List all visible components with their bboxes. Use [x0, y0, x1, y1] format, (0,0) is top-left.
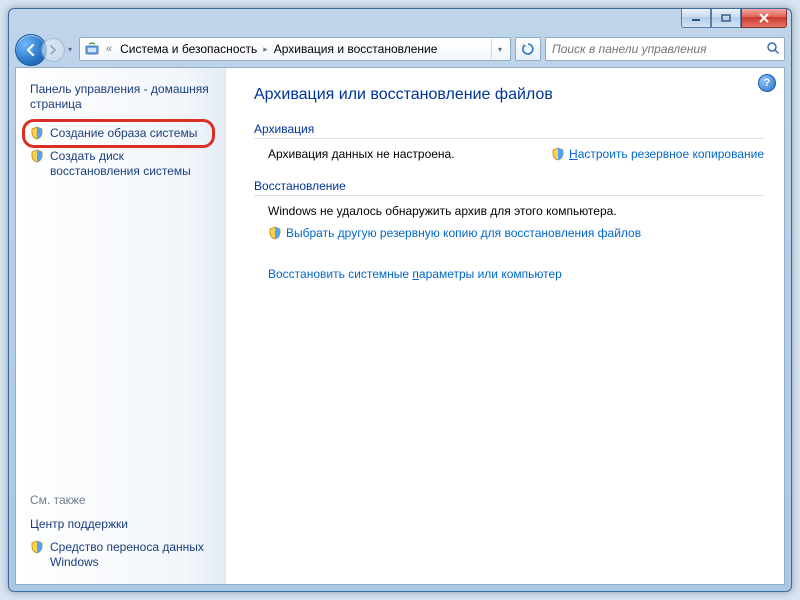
setup-backup-text: Настроить резервное копирование	[569, 147, 764, 161]
shield-icon	[551, 147, 565, 161]
sidebar-item-label: Создать диск восстановления системы	[50, 149, 215, 179]
address-bar[interactable]: « Система и безопасность ▸ Архивация и в…	[79, 37, 511, 61]
setup-backup-link[interactable]: Настроить резервное копирование	[551, 147, 764, 161]
shield-icon	[30, 126, 44, 140]
chevron-right-icon: ▸	[261, 44, 270, 55]
see-also-heading: См. также	[16, 487, 225, 513]
nav-buttons: ▾	[15, 34, 75, 64]
shield-icon	[30, 149, 44, 163]
window-button-group	[681, 9, 787, 28]
sidebar-item-label: Создание образа системы	[50, 126, 215, 141]
help-icon[interactable]: ?	[758, 74, 776, 92]
sidebar-item-create-system-image[interactable]: Создание образа системы	[16, 122, 225, 145]
address-dropdown[interactable]: ▾	[491, 39, 508, 59]
main-panel: ? Архивация или восстановление файлов Ар…	[226, 68, 784, 584]
see-also-action-center[interactable]: Центр поддержки	[16, 513, 225, 536]
search-icon[interactable]	[766, 41, 780, 58]
divider	[254, 195, 764, 196]
nav-history-dropdown[interactable]: ▾	[65, 44, 75, 54]
refresh-button[interactable]	[515, 37, 541, 61]
client-area: Панель управления - домашняя страница Со…	[15, 67, 785, 585]
backup-status-text: Архивация данных не настроена.	[268, 147, 551, 161]
divider	[254, 138, 764, 139]
see-also-easy-transfer[interactable]: Средство переноса данных Windows	[16, 536, 225, 574]
shield-icon	[30, 540, 44, 554]
forward-button[interactable]	[41, 38, 65, 62]
title-bar	[9, 9, 791, 33]
breadcrumb-segment-1[interactable]: Система и безопасность	[116, 42, 261, 56]
search-box[interactable]	[545, 37, 785, 61]
restore-status-text: Windows не удалось обнаружить архив для …	[268, 204, 764, 218]
toolbar: ▾ « Система и безопасность ▸ Архивация и…	[15, 33, 785, 65]
restore-heading: Восстановление	[254, 179, 764, 193]
sidebar-spacer	[16, 183, 225, 487]
sidebar-item-create-repair-disc[interactable]: Создать диск восстановления системы	[16, 145, 225, 183]
page-title: Архивация или восстановление файлов	[254, 86, 764, 104]
sidebar: Панель управления - домашняя страница Со…	[16, 68, 226, 584]
restore-system-settings-link[interactable]: Восстановить системные параметры или ком…	[268, 267, 562, 281]
choose-other-backup-link[interactable]: Выбрать другую резервную копию для восст…	[268, 226, 641, 240]
sidebar-heading[interactable]: Панель управления - домашняя страница	[16, 80, 225, 122]
backup-heading: Архивация	[254, 122, 764, 136]
breadcrumb-overflow-icon[interactable]: «	[106, 43, 112, 55]
control-panel-icon	[84, 41, 100, 57]
choose-other-text: Выбрать другую резервную копию для восст…	[286, 226, 641, 240]
search-input[interactable]	[550, 41, 766, 57]
shield-icon	[268, 226, 282, 240]
breadcrumb-segment-2[interactable]: Архивация и восстановление	[270, 42, 442, 56]
maximize-button[interactable]	[711, 9, 741, 28]
close-button[interactable]	[741, 9, 787, 28]
window-frame: ▾ « Система и безопасность ▸ Архивация и…	[8, 8, 792, 592]
minimize-button[interactable]	[681, 9, 711, 28]
